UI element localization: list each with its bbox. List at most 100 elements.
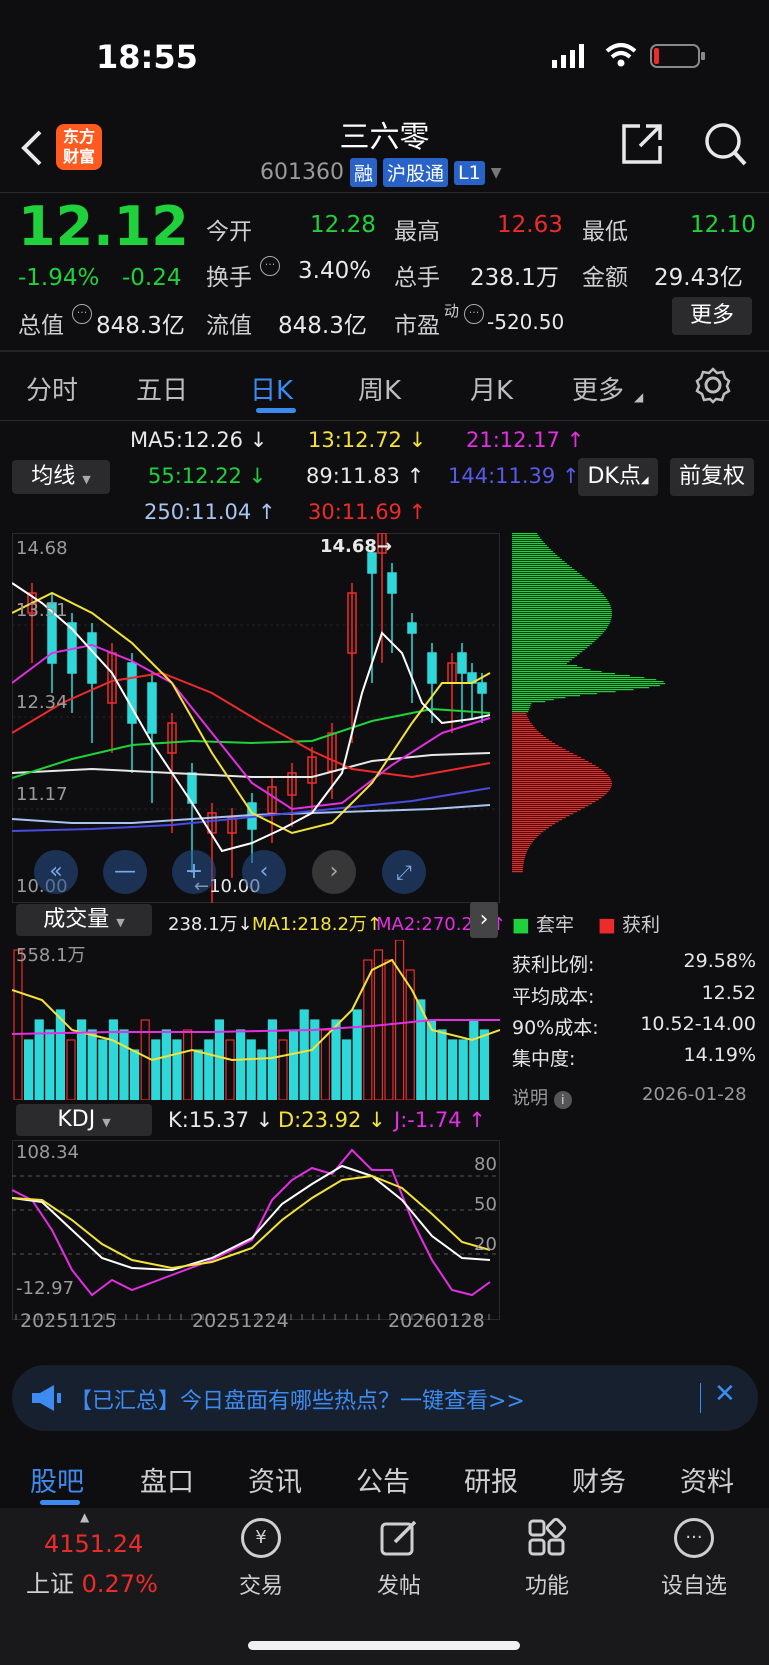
tab-research[interactable]: 研报 bbox=[464, 1460, 518, 1499]
settings-icon[interactable] bbox=[694, 366, 732, 408]
turnover-label: 换手 bbox=[206, 265, 252, 291]
chip-bar bbox=[512, 829, 546, 831]
ma144-text: 144:11.39 ↑ bbox=[448, 464, 580, 488]
low-label: 最低 bbox=[582, 219, 628, 245]
chip-bar bbox=[512, 719, 529, 721]
chip-bar bbox=[512, 865, 524, 867]
index-ticker[interactable]: ▲ 4151.24 上证 0.27% bbox=[26, 1510, 158, 1599]
edit-icon bbox=[379, 1518, 419, 1558]
tab-profile[interactable]: 资料 bbox=[680, 1460, 734, 1499]
chip-bar bbox=[512, 839, 535, 841]
chip-bar bbox=[512, 779, 612, 781]
nav-function-label: 功能 bbox=[524, 1574, 569, 1599]
tab-news[interactable]: 资讯 bbox=[248, 1460, 302, 1499]
megaphone-icon bbox=[30, 1383, 62, 1417]
scroll-left-icon[interactable]: ‹ bbox=[242, 850, 286, 894]
tab-daily-k[interactable]: 日K bbox=[250, 370, 293, 407]
amount-value: 29.43亿 bbox=[654, 265, 743, 291]
chip-bar bbox=[512, 735, 544, 737]
legend-trapped: ■ 套牢 bbox=[512, 914, 575, 936]
volume-bar bbox=[236, 1029, 246, 1100]
chip-bar bbox=[512, 681, 664, 683]
bottom-tab-indicator bbox=[40, 1500, 80, 1505]
tab-intraday[interactable]: 分时 bbox=[26, 370, 78, 407]
chip-bar bbox=[512, 647, 588, 649]
chip-bar bbox=[512, 545, 547, 547]
tab-announcement[interactable]: 公告 bbox=[356, 1460, 410, 1499]
index-name: 上证 bbox=[26, 1570, 74, 1598]
chip-bar bbox=[512, 575, 583, 577]
chip-bar bbox=[512, 533, 538, 535]
tab-guba[interactable]: 股吧 bbox=[30, 1460, 84, 1499]
high-label: 最高 bbox=[394, 219, 440, 245]
panel-expand-icon[interactable]: › bbox=[470, 902, 498, 938]
more-button[interactable]: 更多 bbox=[672, 297, 752, 335]
chip-bar bbox=[512, 773, 607, 775]
zoom-out-icon[interactable]: — bbox=[103, 850, 147, 894]
tab-pankou[interactable]: 盘口 bbox=[140, 1460, 194, 1499]
chip-bar bbox=[512, 625, 609, 627]
chip-bar bbox=[512, 733, 541, 735]
kdj-level-50: 50 bbox=[474, 1194, 497, 1215]
nav-function[interactable]: 功能 bbox=[510, 1517, 584, 1600]
volume-bar bbox=[45, 1029, 55, 1100]
chip-date: 2026-01-28 bbox=[642, 1084, 747, 1105]
nav-trade[interactable]: ¥ 交易 bbox=[224, 1518, 298, 1600]
chip-bar bbox=[512, 547, 549, 549]
close-icon[interactable]: ✕ bbox=[714, 1379, 736, 1409]
chevron-down-icon: ▼ bbox=[82, 473, 91, 486]
chip-bar bbox=[512, 777, 610, 779]
chip-bar bbox=[512, 741, 552, 743]
tab-five-day[interactable]: 五日 bbox=[136, 370, 188, 407]
dk-point-button[interactable]: DK点◢ bbox=[578, 458, 658, 496]
info-icon[interactable]: ··· bbox=[464, 304, 484, 324]
volume-bar bbox=[426, 1019, 436, 1100]
notice-bar[interactable]: 【已汇总】今日盘面有哪些热点？一键查看>> ✕ bbox=[12, 1365, 758, 1431]
candle bbox=[407, 622, 417, 634]
chip-bar bbox=[512, 559, 563, 561]
chip-note[interactable]: 说明 i bbox=[512, 1084, 572, 1110]
nav-watchlist[interactable]: ··· 设自选 bbox=[656, 1518, 732, 1600]
share-icon[interactable] bbox=[620, 122, 664, 170]
chip-bar bbox=[512, 557, 560, 559]
ma21-text: 21:12.17 ↑ bbox=[466, 428, 585, 452]
chip-bar bbox=[512, 645, 590, 647]
nav-post[interactable]: 发帖 bbox=[362, 1518, 436, 1600]
chip-bar bbox=[512, 633, 603, 635]
tab-finance[interactable]: 财务 bbox=[572, 1460, 626, 1499]
volume-bar bbox=[289, 1029, 299, 1100]
chip-bar bbox=[512, 717, 528, 719]
scroll-right-icon[interactable]: › bbox=[312, 850, 356, 894]
kdj-selector[interactable]: KDJ ▼ bbox=[16, 1104, 152, 1136]
chip-bar bbox=[512, 855, 526, 857]
chip-bar bbox=[512, 867, 524, 869]
candle bbox=[87, 632, 97, 684]
tab-more[interactable]: 更多 bbox=[572, 370, 624, 407]
kline-chart[interactable] bbox=[12, 533, 500, 903]
chip-bar bbox=[512, 715, 528, 717]
fullscreen-icon[interactable]: ⤢ bbox=[382, 850, 426, 894]
tab-weekly-k[interactable]: 周K bbox=[358, 370, 401, 407]
zoom-first-icon[interactable]: « bbox=[34, 850, 78, 894]
tab-monthly-k[interactable]: 月K bbox=[470, 370, 513, 407]
chip-bar bbox=[512, 599, 608, 601]
zoom-in-icon[interactable]: + bbox=[172, 850, 216, 894]
kdj-chart[interactable] bbox=[12, 1140, 500, 1320]
x-date-3: 20260128 bbox=[388, 1310, 485, 1332]
chip-bar bbox=[512, 611, 612, 613]
volume-bar bbox=[172, 1039, 182, 1100]
kdj-k-line bbox=[12, 1164, 491, 1272]
chip-bar bbox=[512, 663, 567, 665]
stock-code-row[interactable]: 601360 融 沪股通 L1 ▼ bbox=[260, 158, 501, 187]
ma-selector[interactable]: 均线 ▼ bbox=[12, 460, 110, 494]
search-icon[interactable] bbox=[704, 122, 748, 172]
chip-value: 12.52 bbox=[701, 982, 756, 1004]
info-icon[interactable]: ··· bbox=[260, 256, 280, 276]
chip-bar bbox=[512, 851, 528, 853]
chip-bar bbox=[512, 815, 570, 817]
chip-distribution-chart[interactable] bbox=[510, 533, 760, 898]
volume-selector[interactable]: 成交量 ▼ bbox=[16, 904, 152, 936]
info-icon[interactable]: ··· bbox=[72, 304, 92, 324]
adjust-button[interactable]: 前复权 bbox=[670, 458, 754, 496]
open-value: 12.28 bbox=[310, 212, 376, 238]
